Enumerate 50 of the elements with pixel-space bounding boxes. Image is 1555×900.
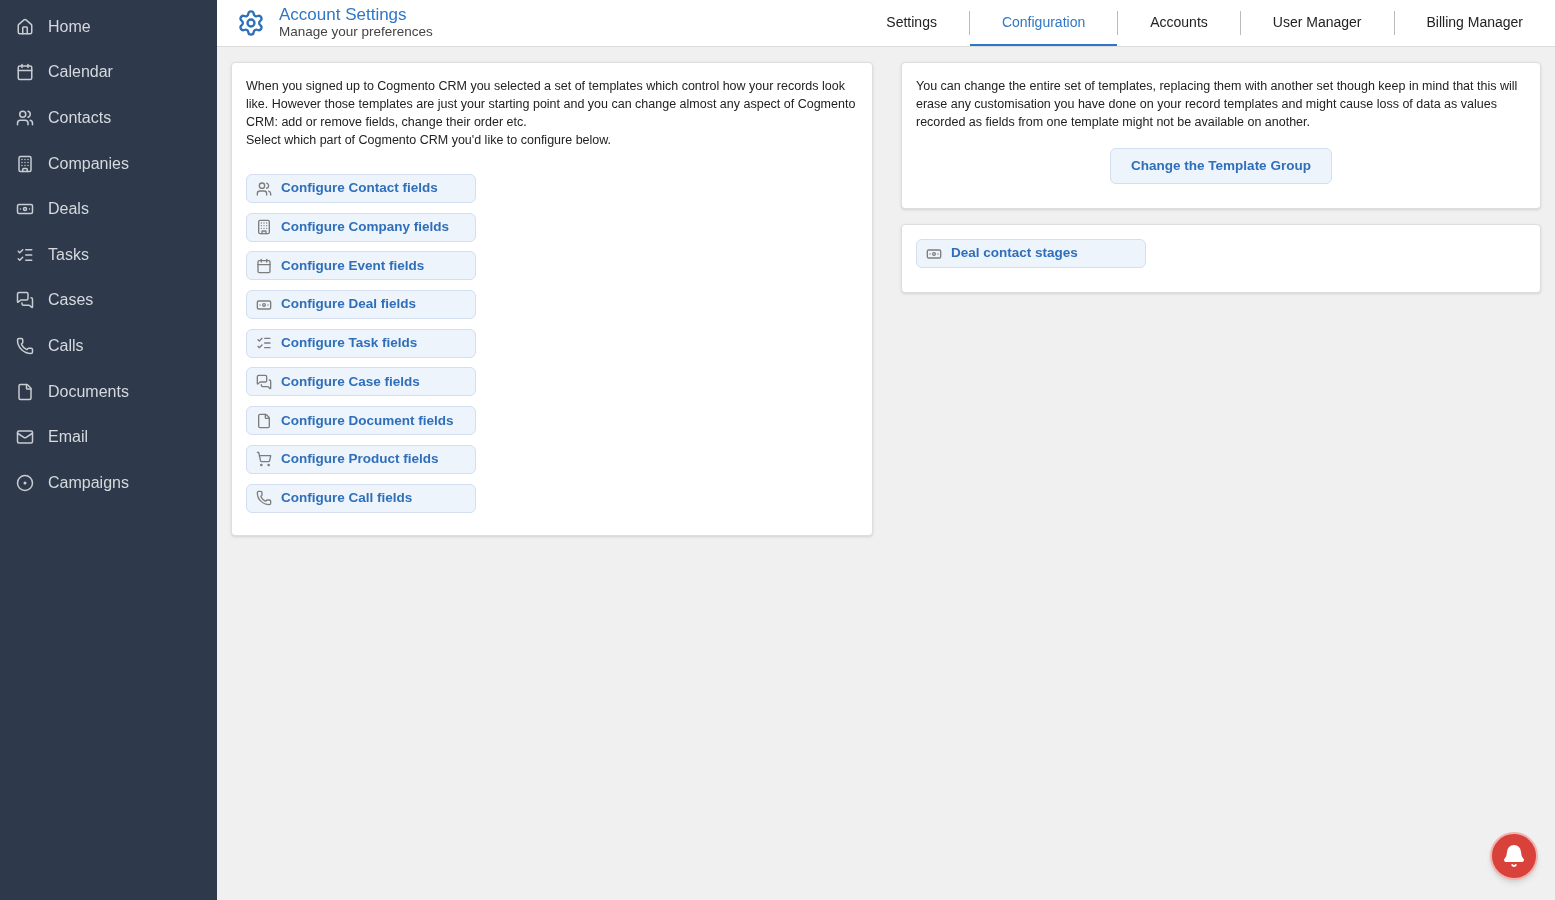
configure-button[interactable]: Configure Document fields <box>246 406 476 436</box>
home-icon <box>16 17 34 36</box>
calendar-icon <box>16 63 34 82</box>
tab[interactable]: Configuration <box>969 0 1118 46</box>
sidebar-item[interactable]: Calendar <box>0 49 217 96</box>
description-text: You can change the entire set of templates, replacing them with another set though keep in mind that this will erase any customisation you have done on your record templates and might cause loss of data as values recorded as fields from one template might not be available on another. <box>916 78 1519 131</box>
tab[interactable]: Settings <box>854 0 969 46</box>
document-icon <box>255 412 273 429</box>
tab[interactable]: Billing Manager <box>1394 0 1555 46</box>
bell-icon <box>1502 844 1526 868</box>
sidebar-item[interactable]: Campaigns <box>0 459 217 506</box>
change-template-button[interactable]: Change the Template Group <box>1110 148 1332 184</box>
chat-icon <box>255 373 273 390</box>
document-icon <box>16 382 34 401</box>
description-text: Select which part of Cogmento CRM you'd like to configure below. <box>246 132 613 149</box>
configure-button[interactable]: Configure Company fields <box>246 212 476 242</box>
configure-button[interactable]: Configure Call fields <box>246 483 476 513</box>
phone-icon <box>255 490 273 506</box>
configure-button[interactable]: Configure Contact fields <box>246 174 476 203</box>
tab[interactable]: User Manager <box>1240 0 1394 46</box>
sidebar-item[interactable]: Cases <box>0 277 217 324</box>
sidebar-item[interactable]: Home <box>0 4 217 50</box>
sidebar-item[interactable]: Calls <box>0 323 217 369</box>
people-icon <box>255 180 273 197</box>
configure-button[interactable]: Configure Case fields <box>246 367 476 397</box>
configure-button[interactable]: Deal contact stages <box>916 239 1146 268</box>
notification-button[interactable] <box>1490 832 1538 880</box>
page-title: Account Settings <box>279 6 408 23</box>
sidebar-item[interactable]: Deals <box>0 186 217 232</box>
sidebar-item[interactable]: Tasks <box>0 231 217 278</box>
page-subtitle: Manage your preferences <box>279 23 433 40</box>
cart-icon <box>255 451 273 468</box>
description-text: When you signed up to Cogmento CRM you selected a set of templates which control how your records look like. However those templates are just your starting point and you can change almost any aspect of Cogmento CRM: add or remove fields, change their order etc. <box>246 78 857 131</box>
phone-icon <box>16 336 34 355</box>
building-icon <box>255 219 273 236</box>
chat-icon <box>16 291 34 310</box>
configure-button[interactable]: Configure Product fields <box>246 444 476 474</box>
building-icon <box>16 154 34 173</box>
people-icon <box>16 109 34 127</box>
sidebar-item[interactable]: Companies <box>0 140 217 187</box>
configure-button[interactable]: Configure Deal fields <box>246 290 476 320</box>
sidebar-item[interactable]: Contacts <box>0 95 217 141</box>
target-icon <box>16 473 34 492</box>
envelope-icon <box>16 428 34 447</box>
tab[interactable]: Accounts <box>1118 0 1240 46</box>
configure-button[interactable]: Configure Task fields <box>246 328 476 358</box>
configure-button[interactable]: Configure Event fields <box>246 251 476 281</box>
sidebar-item[interactable]: Email <box>0 414 217 460</box>
sidebar-item[interactable]: Documents <box>0 368 217 415</box>
calendar-icon <box>255 257 273 274</box>
